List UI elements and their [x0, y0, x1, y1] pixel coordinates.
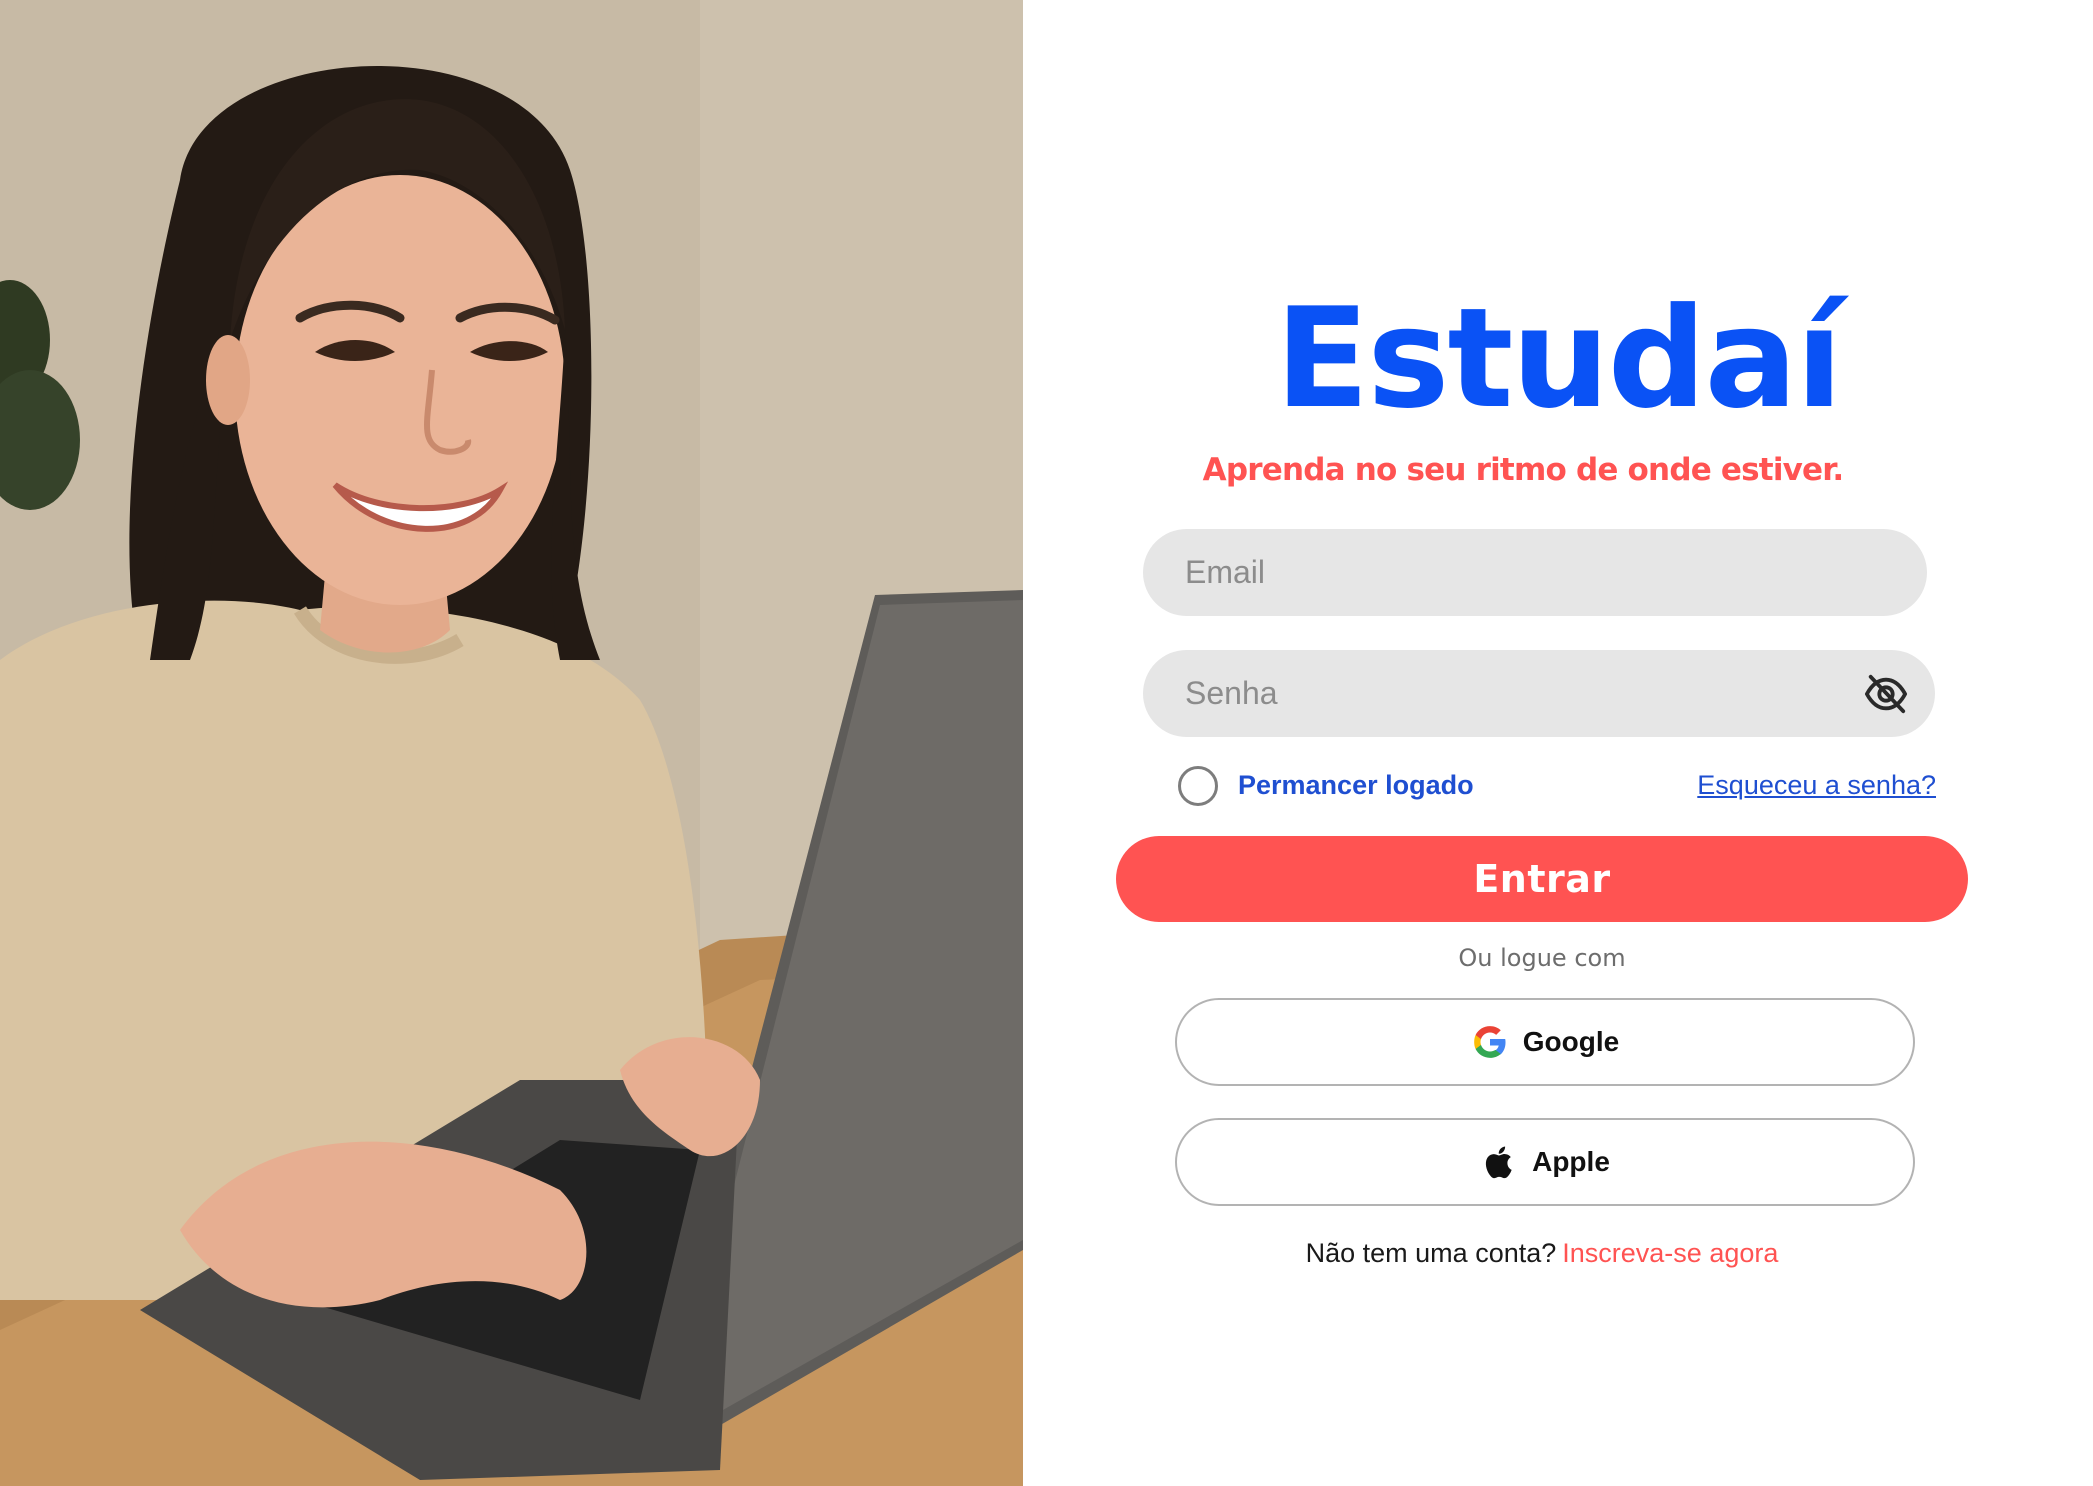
brand-tagline: Aprenda no seu ritmo de onde estiver.	[1202, 452, 1844, 488]
email-input[interactable]	[1183, 553, 1927, 592]
forgot-password-link[interactable]: Esqueceu a senha?	[1697, 770, 1936, 801]
woman-laptop-illustration	[0, 0, 1023, 1486]
signup-prompt: Não tem uma conta?	[1305, 1238, 1557, 1268]
brand-logo-text: Estudaí	[1275, 278, 1843, 439]
login-submit-button[interactable]: Entrar	[1116, 836, 1968, 922]
password-input[interactable]	[1183, 674, 1855, 713]
signup-link[interactable]: Inscreva-se agora	[1562, 1238, 1778, 1268]
hero-photo	[0, 0, 1023, 1486]
remember-me-radio[interactable]	[1178, 766, 1218, 806]
email-field[interactable]	[1143, 529, 1927, 616]
google-login-label: Google	[1522, 1026, 1620, 1057]
social-login-divider-label: Ou logue com	[1458, 944, 1626, 972]
password-field[interactable]	[1143, 650, 1935, 737]
google-icon	[1473, 1026, 1506, 1058]
remember-me-label[interactable]: Permancer logado	[1238, 770, 1474, 801]
eye-off-icon[interactable]	[1863, 672, 1909, 716]
google-login-button[interactable]: Google	[1175, 998, 1915, 1086]
form-options-row: Permancer logado Esqueceu a senha?	[1178, 764, 1936, 808]
signup-row: Não tem uma conta? Inscreva-se agora	[1116, 1238, 1968, 1269]
apple-login-button[interactable]: Apple	[1175, 1118, 1915, 1206]
apple-icon	[1485, 1146, 1512, 1179]
login-panel: Estudaí Aprenda no seu ritmo de onde est…	[1023, 0, 2093, 1486]
apple-login-label: Apple	[1532, 1146, 1610, 1177]
